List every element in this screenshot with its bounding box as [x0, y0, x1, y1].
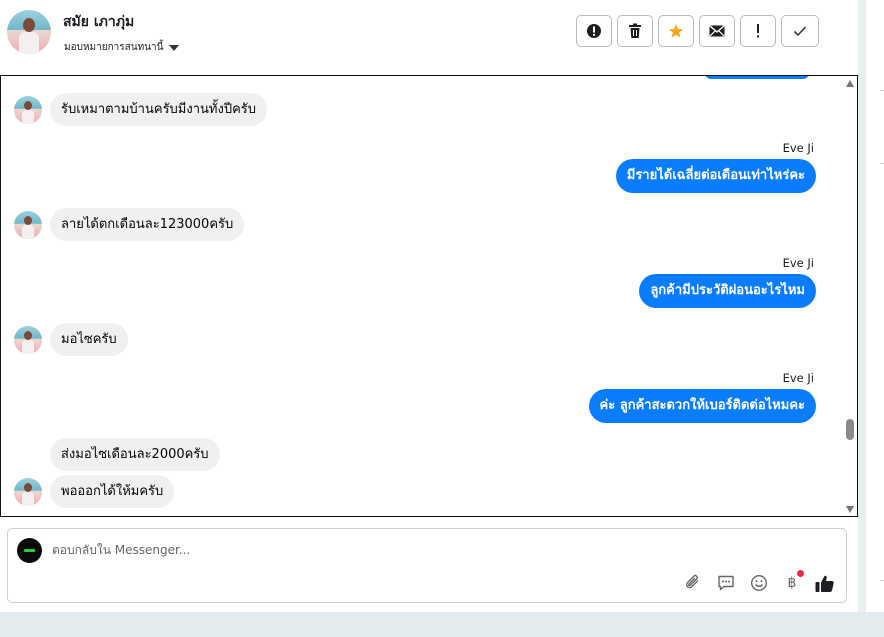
scroll-up-arrow-icon[interactable]	[846, 80, 854, 87]
contact-name[interactable]: สมัย เภาภุ่ม	[63, 11, 134, 33]
message-sender: Eve Ji	[782, 371, 814, 385]
conversation-actions	[576, 15, 819, 47]
caret-down-icon	[169, 44, 180, 51]
previous-message-bubble	[705, 76, 809, 79]
emoji-icon	[750, 574, 768, 592]
envelope-icon	[709, 25, 725, 37]
attach-button[interactable]	[683, 573, 703, 593]
check-icon	[793, 26, 807, 37]
composer-tools: ฿	[683, 570, 835, 593]
payment-button[interactable]: ฿	[782, 570, 804, 593]
exclamation-icon	[757, 24, 759, 38]
thumbs-up-icon	[815, 575, 834, 592]
message-bubble-outgoing[interactable]: มีรายได้เฉลี่ยต่อเดือนเท่าไหร่คะ	[615, 159, 816, 193]
customer-avatar	[14, 211, 42, 239]
message-bubble-incoming[interactable]: มอไซครับ	[50, 323, 128, 356]
assign-conversation-dropdown[interactable]: มอบหมายการสนทนานี้	[64, 40, 180, 55]
reply-composer: ฿	[7, 528, 847, 603]
done-button[interactable]	[781, 15, 819, 47]
like-button[interactable]	[815, 573, 835, 593]
baht-payment-icon: ฿	[787, 575, 797, 591]
page-background	[0, 612, 884, 637]
message-bubble-incoming[interactable]: ลายได้ตกเดือนละ123000ครับ	[50, 208, 245, 241]
saved-reply-icon	[718, 575, 734, 591]
message-bubble-outgoing[interactable]: ค่ะ ลูกค้าสะดวกให้เบอร์ติดต่อไหมคะ	[588, 389, 816, 423]
right-side-panel-edge	[866, 0, 884, 612]
scrollbar-thumb[interactable]	[846, 419, 854, 440]
alert-circle-icon	[587, 24, 601, 38]
saved-reply-button[interactable]	[716, 573, 736, 593]
paperclip-icon	[686, 574, 699, 589]
star-button[interactable]	[658, 15, 694, 47]
reply-input[interactable]	[52, 543, 652, 557]
message-bubble-incoming[interactable]: พอออกได้ให้มครับ	[50, 475, 175, 508]
notification-dot	[797, 570, 804, 577]
mark-unread-button[interactable]	[699, 15, 735, 47]
star-icon	[668, 24, 684, 38]
scroll-down-arrow-icon[interactable]	[846, 506, 854, 513]
message-bubble-outgoing[interactable]: ลูกค้ามีประวัติผ่อนอะไรไหม	[639, 274, 816, 308]
message-sender: Eve Ji	[782, 256, 814, 270]
message-bubble-incoming[interactable]: ส่งมอไซเดือนละ2000ครับ	[50, 438, 220, 471]
message-bubble-incoming[interactable]: รับเหมาตามบ้านครับมีงานทั้งปีครับ	[50, 93, 267, 126]
spam-button[interactable]	[576, 15, 612, 47]
page-avatar	[17, 538, 42, 563]
follow-up-button[interactable]	[740, 15, 776, 47]
assign-label: มอบหมายการสนทนานี้	[64, 42, 164, 53]
customer-avatar	[14, 326, 42, 354]
conversation-panel: สมัย เภาภุ่ม มอบหมายการสนทนานี้ รับเหมาต…	[0, 0, 858, 612]
message-thread[interactable]: รับเหมาตามบ้านครับมีงานทั้งปีครับ Eve Ji…	[0, 75, 858, 517]
emoji-button[interactable]	[749, 573, 769, 593]
delete-button[interactable]	[617, 15, 653, 47]
customer-avatar	[14, 478, 42, 506]
customer-avatar	[14, 96, 42, 124]
thread-scrollbar[interactable]	[843, 76, 857, 516]
contact-avatar[interactable]	[7, 10, 51, 54]
trash-icon	[629, 23, 641, 38]
message-sender: Eve Ji	[782, 141, 814, 155]
